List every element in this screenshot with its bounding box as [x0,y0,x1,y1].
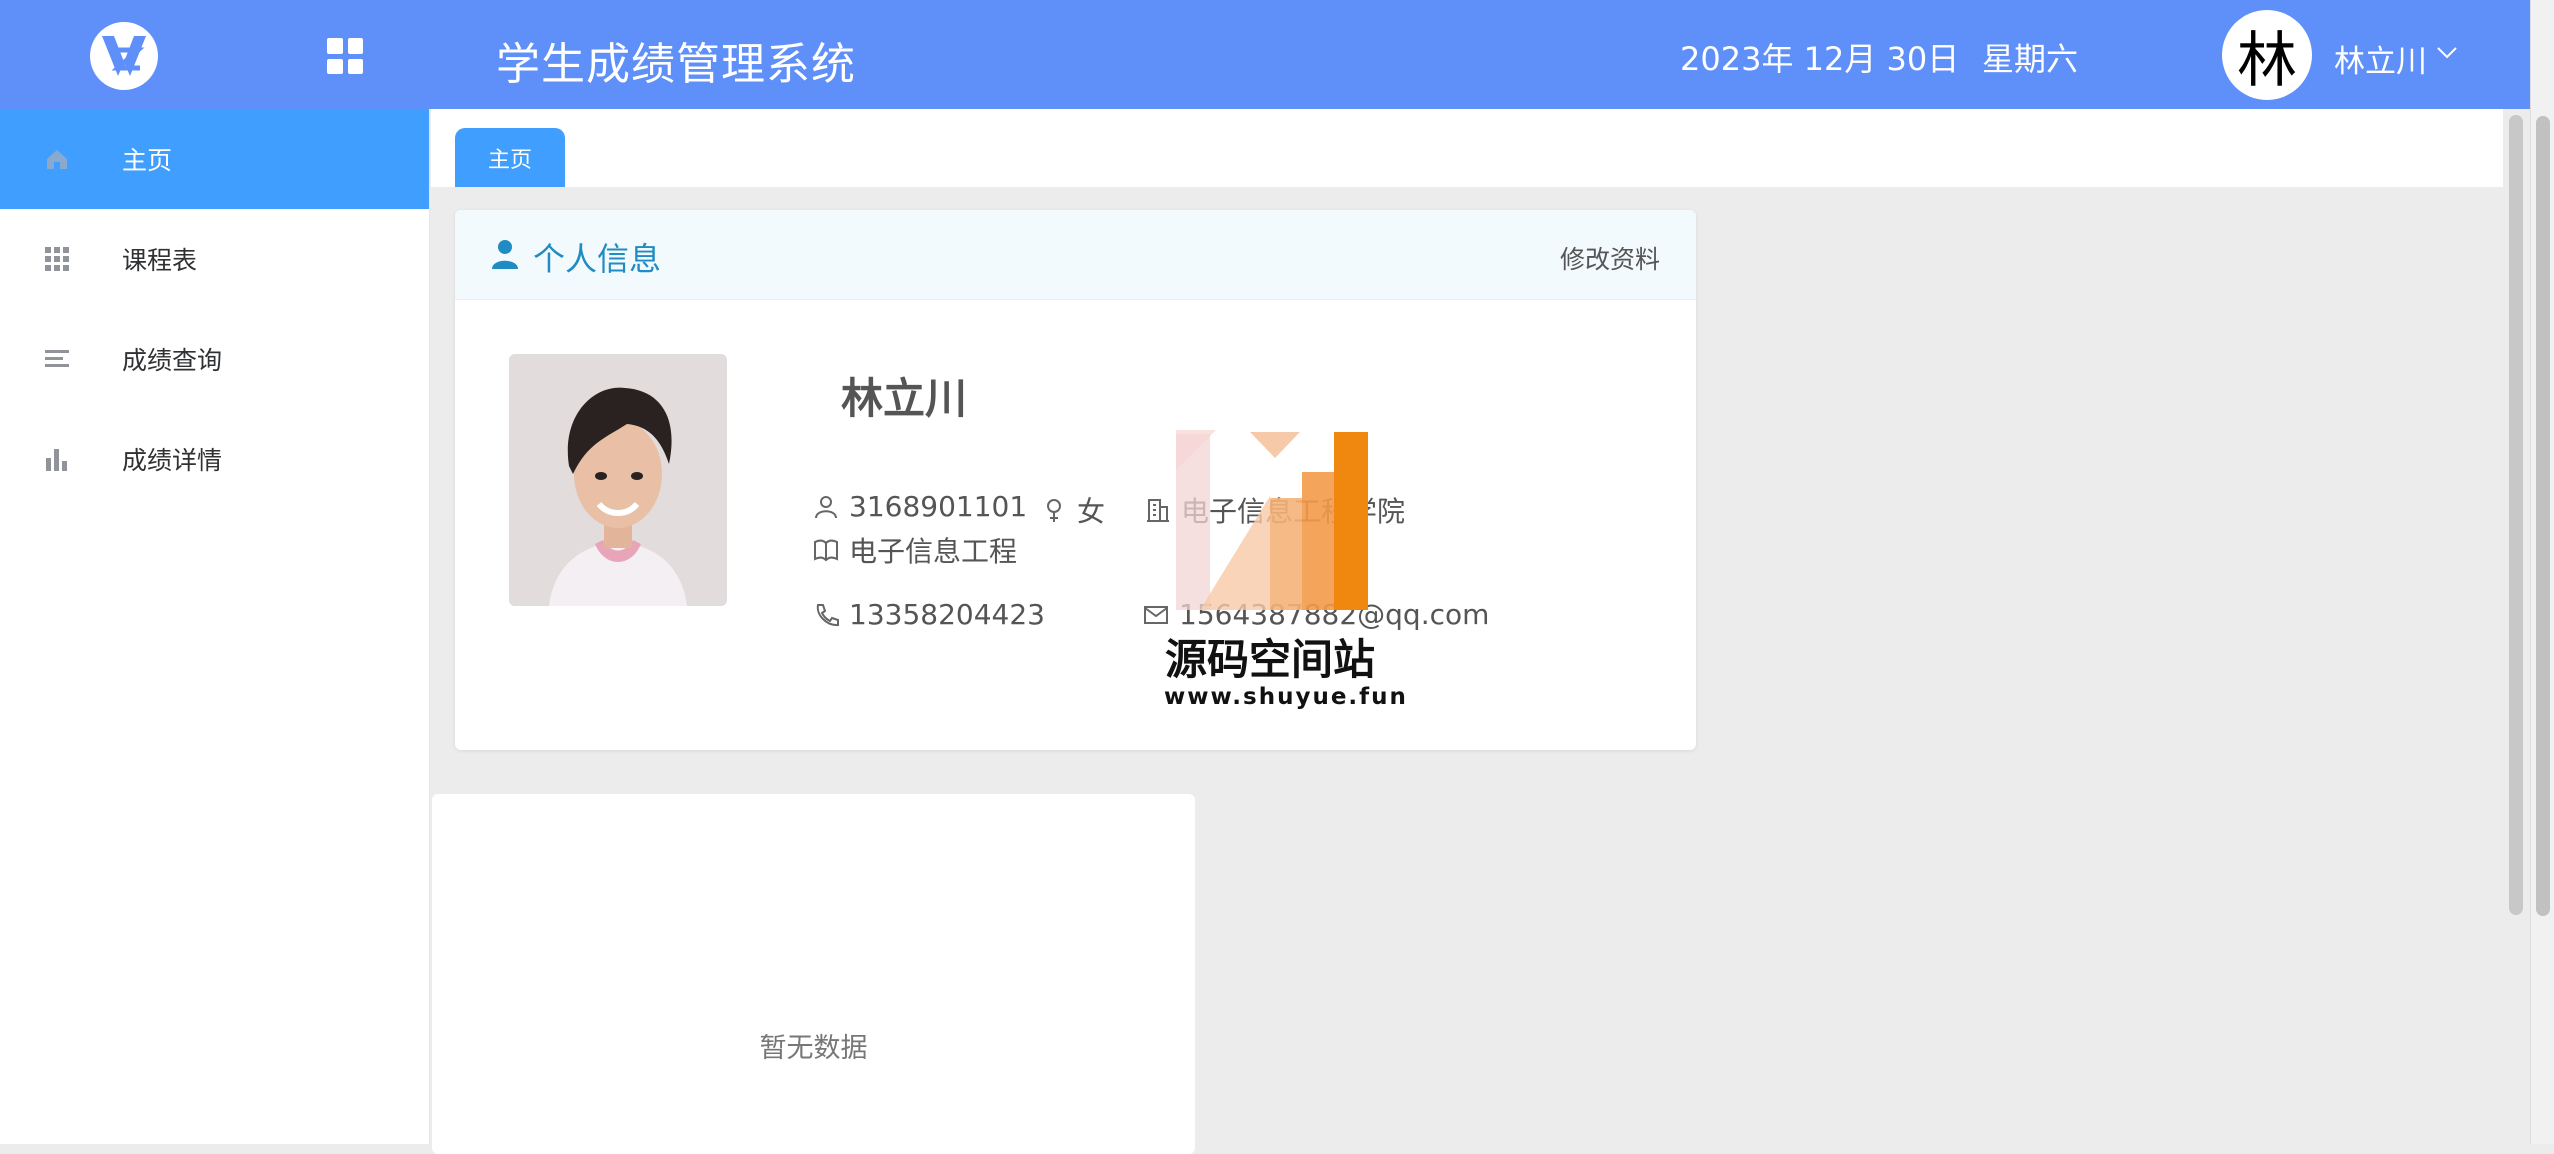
watermark-title: 源码空间站 [1165,635,1376,684]
sidebar-item-schedule[interactable]: 课程表 [0,209,429,309]
gender-field: 女 [1041,490,1105,530]
home-icon [47,150,67,169]
empty-data-text: 暂无数据 [759,1033,868,1064]
user-avatar[interactable]: 林 [2222,10,2312,100]
edit-profile-link[interactable]: 修改资料 [1560,240,1660,276]
list-icon [45,350,69,367]
chevron-down-icon[interactable] [2436,46,2458,60]
user-outline-icon [815,495,837,518]
window-scrollbar[interactable] [2530,0,2554,1144]
grid-icon [45,247,69,271]
content-scrollbar-thumb[interactable] [2509,115,2523,915]
major-field: 电子信息工程 [813,530,1017,570]
major: 电子信息工程 [849,535,1018,568]
content-scrollbar[interactable] [2503,109,2530,1144]
empty-data-panel: 暂无数据 [432,794,1195,1154]
menu-toggle-icon[interactable] [327,38,363,74]
tab-bar: 主页 [431,109,2503,187]
current-date: 2023年 12月 30日 [1680,40,1960,78]
sidebar-item-label: 成绩查询 [122,346,223,375]
female-icon [1047,499,1061,522]
window-scrollbar-thumb[interactable] [2536,116,2550,916]
book-icon [814,539,838,562]
current-weekday: 星期六 [1982,40,2079,78]
user-icon [492,240,518,269]
phone: 13358204423 [849,598,1045,631]
student-id-field: 3168901101 [813,490,1027,523]
tab-home[interactable]: 主页 [455,128,565,187]
sidebar-item-home[interactable]: 主页 [0,109,429,209]
bar-chart-icon [46,449,67,471]
app-logo [90,22,158,90]
phone-field: 13358204423 [813,598,1045,631]
student-name: 林立川 [841,374,968,423]
phone-icon [816,603,839,626]
sidebar-item-label: 主页 [122,146,173,175]
sidebar-item-score-detail[interactable]: 成绩详情 [0,409,429,509]
top-header: 学生成绩管理系统 2023年 12月 30日 星期六 林 林立川 [0,0,2530,109]
profile-card: 个人信息 修改资料 林立川 3168901101 女 电子信息工程 133582… [455,210,1696,750]
profile-card-header: 个人信息 修改资料 [455,210,1696,300]
user-menu-name[interactable]: 林立川 [2334,36,2427,81]
sidebar-item-label: 成绩详情 [122,446,223,475]
watermark-url: www.shuyue.fun [1164,684,1408,710]
sidebar: 主页 课程表 成绩查询 成绩详情 [0,109,430,1144]
profile-card-title: 个人信息 [533,240,662,278]
sidebar-item-label: 课程表 [122,246,198,275]
sidebar-item-score-query[interactable]: 成绩查询 [0,309,429,409]
app-title: 学生成绩管理系统 [496,39,856,90]
gender: 女 [1077,495,1106,528]
student-photo [509,354,727,606]
student-id: 3168901101 [849,490,1028,523]
